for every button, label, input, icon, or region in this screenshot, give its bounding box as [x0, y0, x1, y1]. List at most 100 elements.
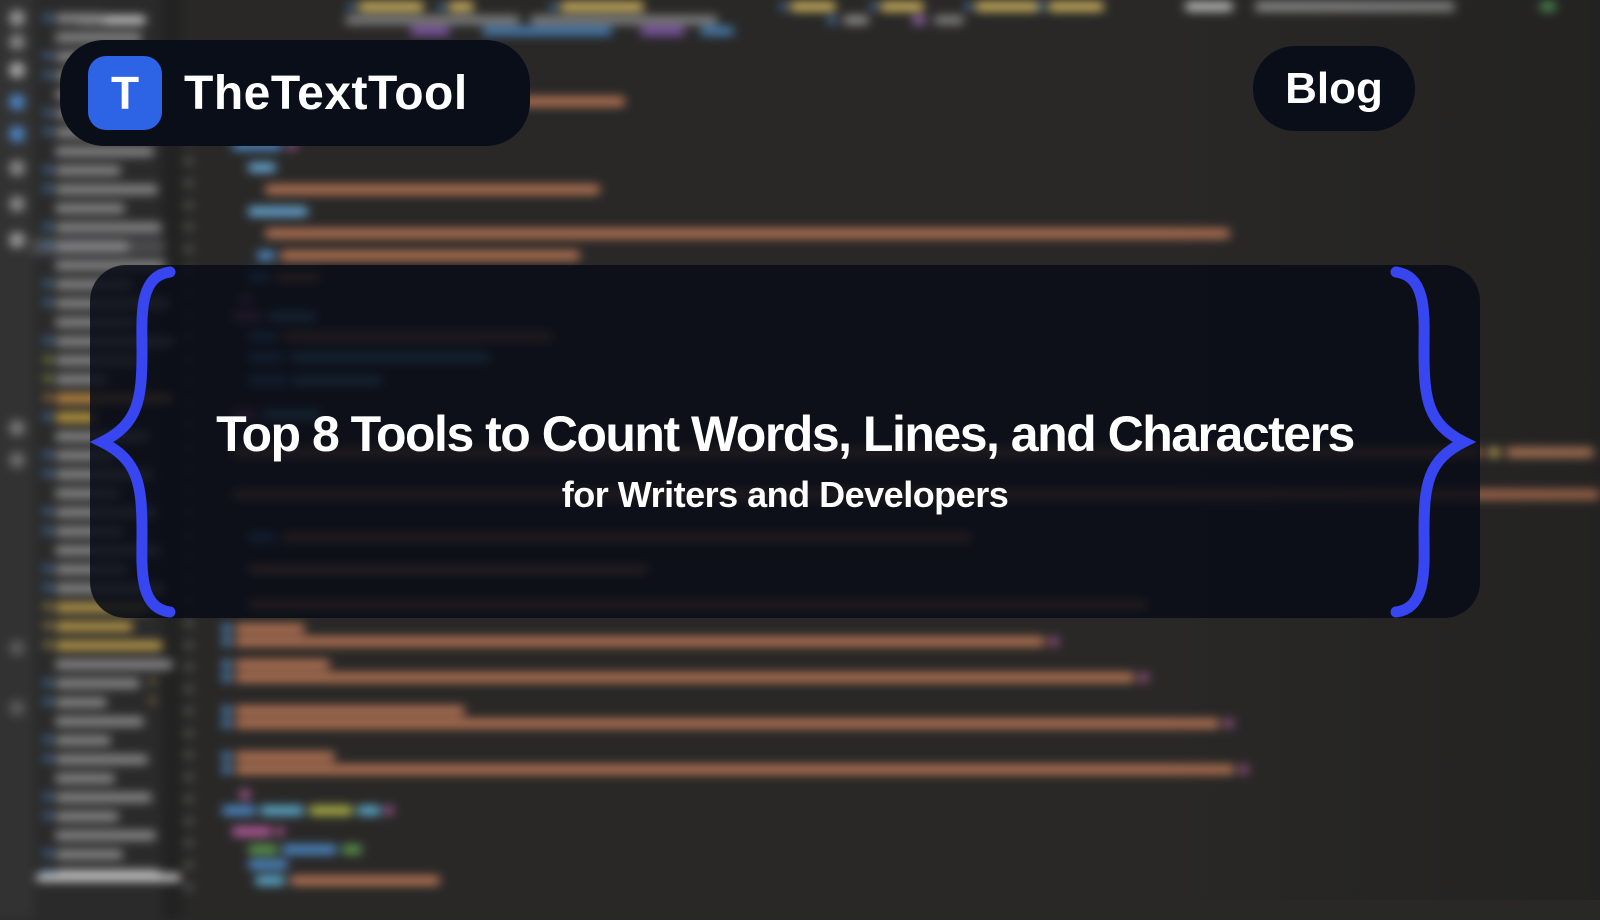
bg-blob [235, 673, 1135, 682]
bg-blob [9, 94, 25, 110]
left-brace-icon [89, 266, 176, 618]
page-title: Top 8 Tools to Count Words, Lines, and C… [216, 406, 1355, 462]
bg-blob [150, 698, 155, 703]
bg-blob [55, 793, 152, 802]
bg-blob [55, 147, 154, 156]
bg-blob [44, 641, 51, 648]
bg-blob [276, 827, 284, 836]
bg-blob [257, 251, 275, 260]
bg-blob [55, 204, 125, 213]
bg-blob [55, 14, 105, 23]
bg-blob [184, 224, 193, 230]
bg-blob [9, 126, 25, 142]
bg-blob [235, 706, 465, 715]
bg-blob [640, 27, 685, 35]
bg-blob [828, 16, 836, 24]
bg-blob [1506, 448, 1594, 457]
bg-blob [912, 16, 926, 24]
blog-link[interactable]: Blog [1253, 46, 1415, 131]
right-brace-icon [1390, 266, 1477, 618]
bg-blob [9, 640, 25, 656]
bg-blob [44, 356, 51, 363]
bg-blob [184, 730, 193, 736]
bg-blob [55, 850, 123, 859]
bg-blob [222, 719, 231, 728]
bg-blob [235, 719, 1220, 728]
bg-blob [280, 251, 580, 260]
bg-blob [1488, 448, 1500, 457]
hero-card: Top 8 Tools to Count Words, Lines, and C… [90, 265, 1480, 618]
bg-blob [44, 698, 51, 705]
bg-blob [385, 806, 393, 815]
bg-blob [222, 806, 256, 815]
bg-blob [357, 806, 381, 815]
bg-blob [44, 755, 51, 762]
bg-blob [1540, 2, 1556, 11]
bg-blob [184, 202, 193, 208]
bg-blob [345, 16, 520, 24]
bg-blob [184, 774, 193, 780]
bg-blob [184, 818, 193, 824]
bg-blob [248, 845, 278, 854]
bg-blob [150, 679, 155, 684]
bg-blob [438, 3, 445, 10]
bg-blob [9, 10, 25, 26]
bg-blob [235, 637, 1045, 646]
brand-logo[interactable]: T TheTextTool [60, 40, 530, 146]
bg-blob [780, 3, 787, 10]
bg-blob [9, 160, 25, 176]
bg-blob [44, 299, 51, 306]
bg-blob [44, 679, 51, 686]
bg-blob [44, 14, 51, 21]
bg-blob [309, 806, 353, 815]
bg-blob [530, 16, 718, 24]
bg-blob [248, 163, 276, 172]
bg-blob [9, 34, 25, 50]
bg-blob [44, 242, 51, 249]
bg-blob [1048, 2, 1104, 11]
bg-blob [550, 3, 557, 10]
bg-blob [1140, 673, 1148, 682]
bg-blob [965, 3, 972, 10]
bg-blob [44, 375, 51, 382]
bg-blob [44, 223, 51, 230]
bg-blob [44, 166, 51, 173]
bg-blob [44, 413, 51, 420]
bg-blob [482, 27, 612, 35]
bg-blob [55, 679, 140, 688]
bg-blob [265, 229, 1230, 238]
bg-blob [44, 603, 51, 610]
bg-blob [9, 62, 25, 78]
bg-blob [44, 527, 51, 534]
bg-blob [282, 845, 337, 854]
bg-blob [184, 158, 193, 164]
brand-t-icon: T [88, 56, 162, 130]
bg-blob [55, 223, 162, 232]
bg-blob [232, 827, 272, 836]
bg-blob [9, 420, 25, 436]
brand-name: TheTextTool [184, 66, 468, 120]
bg-blob [240, 790, 250, 799]
bg-blob [235, 624, 305, 633]
bg-blob [222, 660, 231, 669]
bg-blob [870, 3, 877, 10]
bg-blob [184, 862, 193, 868]
bg-blob [184, 664, 193, 670]
bg-blob [9, 196, 25, 212]
bg-blob [44, 109, 51, 116]
bg-blob [55, 755, 148, 764]
bg-blob [44, 812, 51, 819]
bg-blob [348, 3, 355, 10]
bg-blob [1240, 765, 1248, 774]
bg-blob [255, 876, 285, 885]
bg-blob [44, 451, 51, 458]
bg-blob [184, 686, 193, 692]
bg-blob [55, 812, 119, 821]
bg-blob [184, 620, 193, 626]
bg-blob [235, 765, 1235, 774]
bg-blob [184, 180, 193, 186]
bg-blob [44, 280, 51, 287]
bg-blob [342, 845, 362, 854]
bg-blob [55, 717, 144, 726]
bg-blob [44, 736, 51, 743]
